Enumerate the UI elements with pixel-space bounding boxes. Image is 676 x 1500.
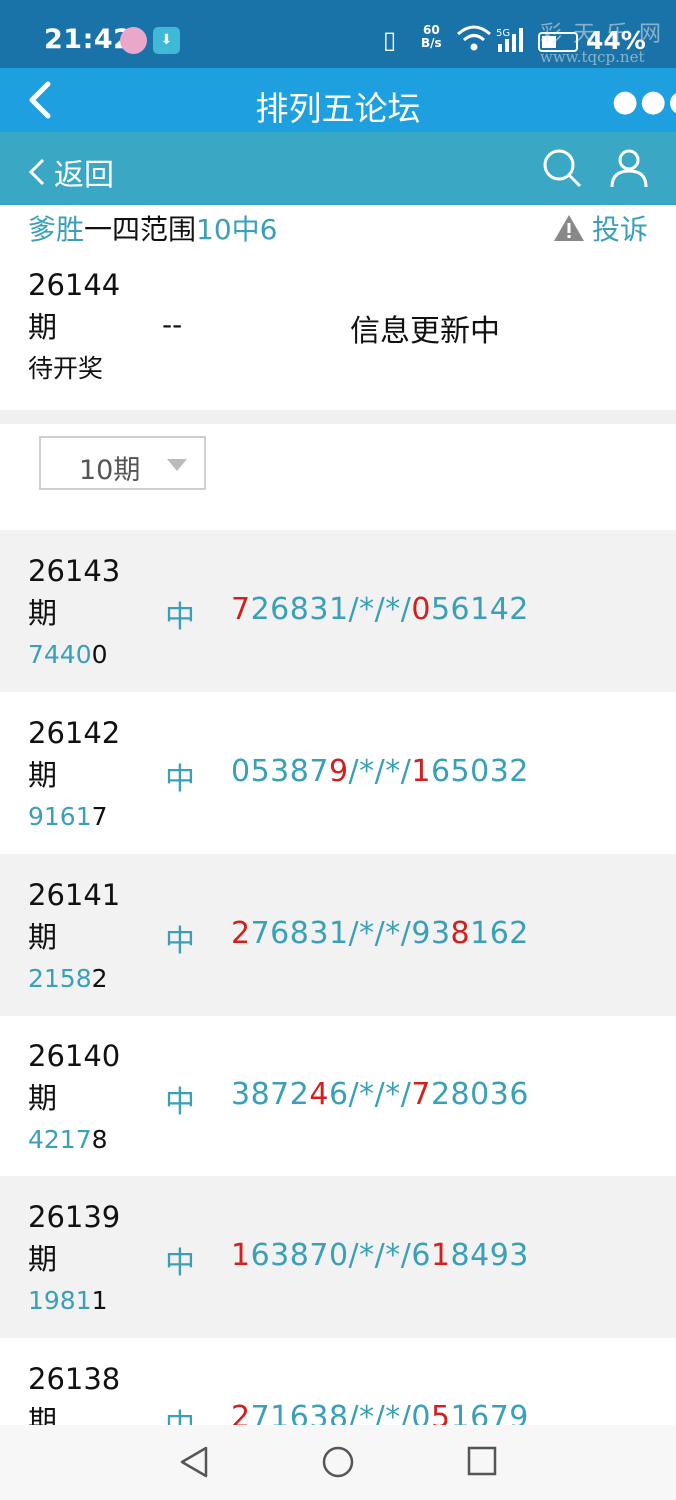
issue-number: 26143 期 74400 <box>28 550 120 676</box>
nav-recents-icon[interactable] <box>466 1445 498 1477</box>
hit-status: 中 <box>165 1246 195 1281</box>
period-filter: 10期 <box>0 424 676 530</box>
user-icon[interactable] <box>608 147 650 189</box>
issue-number: 26142 期 91617 <box>28 712 120 838</box>
return-button[interactable]: 返回 <box>28 150 114 194</box>
period-select[interactable]: 10期 <box>39 436 206 490</box>
complain-button[interactable]: 投诉 <box>552 208 648 248</box>
warning-icon <box>553 215 584 241</box>
prediction-numbers: 276831/*/*/938162 <box>231 916 529 951</box>
issue-number: 26139 期 19811 <box>28 1196 120 1322</box>
info-updating: 信息更新中 <box>350 314 500 349</box>
history-row: 26141 期 21582 中 276831/*/*/938162 <box>0 854 676 1016</box>
hit-status: 中 <box>165 924 195 959</box>
post-author[interactable]: 爹胜 <box>28 213 84 246</box>
title-bar: 排列五论坛 ●●● <box>0 68 676 132</box>
post-title: 一四范围 <box>84 213 197 246</box>
watermark: 彩 天 乐 网 www.tqcp.net <box>540 22 663 66</box>
current-issue: 26144 期 待开奖 -- 信息更新中 <box>0 260 676 410</box>
page-title: 排列五论坛 <box>255 89 421 128</box>
period-select-value: 10期 <box>79 455 141 486</box>
status-bar: 21:42 ⬇ ▯ 60 B/s 5G 44% 彩 天 乐 网 www.tqcp.… <box>0 0 676 68</box>
draw-result: 21582 <box>28 964 108 993</box>
draw-result: 42178 <box>28 1125 108 1154</box>
post-header: 爹胜一四范围10中6 投诉 <box>28 208 648 248</box>
prediction-numbers: 053879/*/*/165032 <box>231 754 529 789</box>
dropdown-caret-icon <box>167 459 187 471</box>
history-row: 26142 期 91617 中 053879/*/*/165032 <box>0 692 676 854</box>
more-options-icon[interactable]: ●●● <box>612 84 676 119</box>
history-row: 26143 期 74400 中 726831/*/*/056142 <box>0 530 676 692</box>
issue-number: 26140 期 42178 <box>28 1035 120 1161</box>
search-icon[interactable] <box>541 147 583 189</box>
complain-label: 投诉 <box>591 213 648 246</box>
hit-status: 中 <box>165 600 195 635</box>
app-store-icon: ⬇ <box>153 27 180 54</box>
hit-status: 中 <box>165 762 195 797</box>
wifi-icon <box>457 25 491 51</box>
current-prediction: -- <box>162 308 183 341</box>
draw-result: 91617 <box>28 802 108 831</box>
prediction-numbers: 163870/*/*/618493 <box>231 1238 529 1273</box>
history-row: 26139 期 19811 中 163870/*/*/618493 <box>0 1176 676 1338</box>
nav-back-icon[interactable] <box>178 1445 210 1479</box>
hit-status: 中 <box>165 1085 195 1120</box>
signal-icon: 5G <box>496 28 523 52</box>
current-issue-number: 26144 期 待开奖 <box>28 268 121 383</box>
divider <box>0 410 676 424</box>
history-row: 26140 期 42178 中 387246/*/*/728036 <box>0 1015 676 1177</box>
draw-result: 74400 <box>28 640 108 669</box>
network-speed: 60 B/s <box>421 23 442 50</box>
draw-result: 19811 <box>28 1286 108 1315</box>
svg-text:5G: 5G <box>496 28 510 39</box>
forum-nav-bar: 返回 <box>0 132 676 205</box>
nav-home-icon[interactable] <box>321 1445 355 1479</box>
hit-rate: 10中6 <box>196 213 278 246</box>
prediction-numbers: 387246/*/*/728036 <box>231 1077 529 1112</box>
vibrate-icon: ▯ <box>383 26 397 54</box>
app-notification-icon <box>120 27 147 54</box>
chevron-left-icon <box>28 158 45 186</box>
return-label: 返回 <box>54 158 114 193</box>
prediction-numbers: 726831/*/*/056142 <box>231 592 529 627</box>
issue-number: 26141 期 21582 <box>28 874 120 1000</box>
system-nav-bar <box>0 1425 676 1500</box>
